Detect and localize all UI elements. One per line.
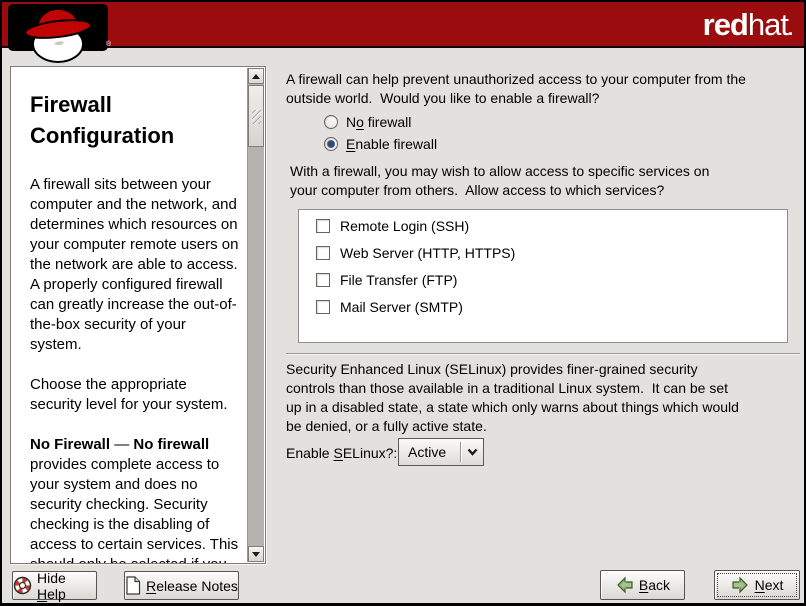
services-list: Remote Login (SSH) Web Server (HTTP, HTT… — [298, 209, 788, 343]
help-scrollbar[interactable] — [247, 68, 264, 562]
next-label: Next — [755, 577, 784, 593]
help-text: Firewall Configuration A firewall sits b… — [11, 67, 247, 563]
section-separator — [286, 353, 800, 355]
next-button[interactable]: Next — [714, 570, 800, 600]
checkbox-web-server-http[interactable]: Web Server (HTTP, HTTPS) — [316, 241, 787, 264]
registered-trademark: ® — [106, 40, 112, 48]
up-arrow-icon — [252, 74, 260, 79]
release-notes-document-icon — [125, 576, 141, 595]
title-banner — [2, 2, 804, 48]
help-title: Firewall Configuration — [30, 89, 241, 151]
help-panel: Firewall Configuration A firewall sits b… — [10, 66, 266, 564]
help-paragraph-2: Choose the appropriate security level fo… — [30, 375, 241, 415]
chevron-down-icon — [461, 448, 483, 456]
scrollbar-grip-icon — [252, 110, 261, 124]
back-arrow-icon — [615, 576, 634, 594]
radio-enable-firewall[interactable]: Enable firewall — [324, 135, 437, 153]
services-intro-text: With a firewall, you may wish to allow a… — [290, 162, 728, 200]
back-button[interactable]: Back — [600, 570, 685, 600]
life-buoy-help-icon — [13, 576, 32, 595]
help-paragraph-1: A firewall sits between your computer an… — [30, 175, 241, 355]
scroll-up-button[interactable] — [248, 68, 264, 84]
redhat-shadowman-logo-icon: ® — [8, 4, 114, 64]
scrollbar-thumb[interactable] — [248, 85, 264, 147]
next-arrow-icon — [731, 576, 750, 594]
checkbox-icon[interactable] — [316, 219, 330, 233]
service-label[interactable]: Web Server (HTTP, HTTPS) — [340, 245, 515, 261]
back-label: Back — [639, 577, 670, 593]
radio-button-icon[interactable] — [324, 115, 338, 129]
hide-help-label: Hide Help — [37, 570, 96, 602]
radio-enable-firewall-label[interactable]: Enable firewall — [346, 136, 437, 152]
service-label[interactable]: File Transfer (FTP) — [340, 272, 457, 288]
help-paragraph-3: No Firewall — No firewall provides compl… — [30, 435, 241, 563]
release-notes-label: Release Notes — [146, 578, 238, 594]
selinux-label: Enable SELinux?: — [286, 445, 397, 461]
service-label[interactable]: Mail Server (SMTP) — [340, 299, 463, 315]
radio-button-selected-icon[interactable] — [324, 137, 338, 151]
checkbox-file-transfer-ftp[interactable]: File Transfer (FTP) — [316, 268, 787, 291]
release-notes-button[interactable]: Release Notes — [124, 571, 239, 600]
down-arrow-icon — [252, 552, 260, 557]
checkbox-icon[interactable] — [316, 273, 330, 287]
checkbox-remote-login-ssh[interactable]: Remote Login (SSH) — [316, 214, 787, 237]
firewall-intro-text: A firewall can help prevent unauthorized… — [286, 70, 766, 108]
redhat-wordmark: redhat. — [703, 6, 792, 48]
scroll-down-button[interactable] — [248, 546, 264, 562]
selinux-intro-text: Security Enhanced Linux (SELinux) provid… — [286, 360, 744, 436]
checkbox-mail-server-smtp[interactable]: Mail Server (SMTP) — [316, 295, 787, 318]
checkbox-icon[interactable] — [316, 246, 330, 260]
selinux-selected-value: Active — [399, 444, 460, 460]
checkbox-icon[interactable] — [316, 300, 330, 314]
hide-help-button[interactable]: Hide Help — [12, 571, 97, 600]
radio-no-firewall[interactable]: No firewall — [324, 113, 411, 131]
selinux-dropdown[interactable]: Active — [398, 438, 484, 466]
service-label[interactable]: Remote Login (SSH) — [340, 218, 469, 234]
radio-no-firewall-label[interactable]: No firewall — [346, 114, 411, 130]
installer-window: { "banner": { "brand_bold": "red", "bran… — [0, 0, 806, 606]
